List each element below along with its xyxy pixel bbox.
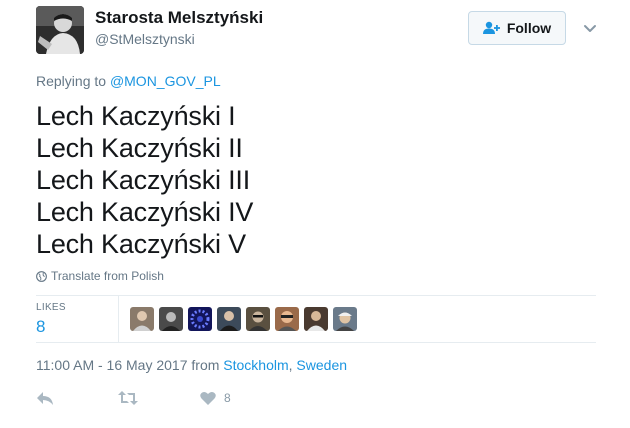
follow-button-label: Follow (506, 20, 552, 36)
likers-avatars (130, 307, 357, 331)
reply-context: Replying to @MON_GOV_PL (36, 73, 221, 89)
tweet-text: Lech Kaczyński I Lech Kaczyński II Lech … (36, 100, 253, 260)
liker-avatar-icon (336, 312, 354, 331)
liker-avatar[interactable] (333, 307, 357, 331)
divider (36, 342, 596, 343)
retweet-button[interactable] (118, 389, 138, 407)
likes-count[interactable]: 8 (36, 317, 45, 337)
liker-avatar-icon (220, 311, 238, 331)
reply-context-prefix: Replying to (36, 73, 107, 89)
tweet-line: Lech Kaczyński III (36, 165, 250, 195)
tweet-timestamp: 11:00 AM - 16 May 2017 from Stockholm, S… (36, 357, 347, 373)
liker-avatar-icon (190, 309, 210, 329)
author-display-name[interactable]: Starosta Melsztyński (95, 8, 263, 28)
reply-button[interactable] (36, 389, 54, 407)
location-country-link[interactable]: Sweden (296, 357, 347, 373)
likes-stat[interactable]: LIKES 8 (36, 296, 119, 342)
tweet-line: Lech Kaczyński V (36, 229, 246, 259)
timestamp-from: from (191, 357, 220, 373)
liker-avatar-icon (249, 311, 267, 331)
liker-avatar-icon (278, 311, 296, 331)
tweet-line: Lech Kaczyński II (36, 133, 243, 163)
author-handle[interactable]: @StMelsztynski (95, 31, 195, 47)
liker-avatar-icon (133, 311, 151, 331)
add-user-icon (482, 21, 500, 34)
chevron-down-icon[interactable] (582, 20, 598, 36)
liker-avatar[interactable] (304, 307, 328, 331)
follow-button[interactable]: Follow (468, 11, 566, 45)
liker-avatar[interactable] (246, 307, 270, 331)
liker-avatar[interactable] (188, 307, 212, 331)
likes-label: LIKES (36, 302, 66, 313)
divider (36, 295, 596, 296)
retweet-icon (118, 391, 138, 405)
liker-avatar[interactable] (217, 307, 241, 331)
timestamp-time-date[interactable]: 11:00 AM - 16 May 2017 (36, 357, 188, 373)
liker-avatar[interactable] (130, 307, 154, 331)
liker-avatar-icon (162, 312, 180, 331)
like-button[interactable]: 8 (200, 389, 231, 407)
globe-icon (36, 270, 47, 282)
translate-label: Translate from Polish (51, 269, 164, 283)
profile-photo-icon (36, 6, 84, 54)
tweet-line: Lech Kaczyński IV (36, 197, 254, 227)
reply-mention-link[interactable]: @MON_GOV_PL (110, 73, 221, 89)
liker-avatar-icon (307, 311, 325, 331)
liker-avatar[interactable] (159, 307, 183, 331)
tweet-line: Lech Kaczyński I (36, 101, 236, 131)
translate-link[interactable]: Translate from Polish (36, 269, 164, 283)
heart-icon (200, 391, 216, 405)
location-city-link[interactable]: Stockholm (223, 357, 288, 373)
author-avatar[interactable] (36, 6, 84, 54)
like-count: 8 (224, 391, 231, 405)
reply-icon (37, 392, 53, 405)
liker-avatar[interactable] (275, 307, 299, 331)
